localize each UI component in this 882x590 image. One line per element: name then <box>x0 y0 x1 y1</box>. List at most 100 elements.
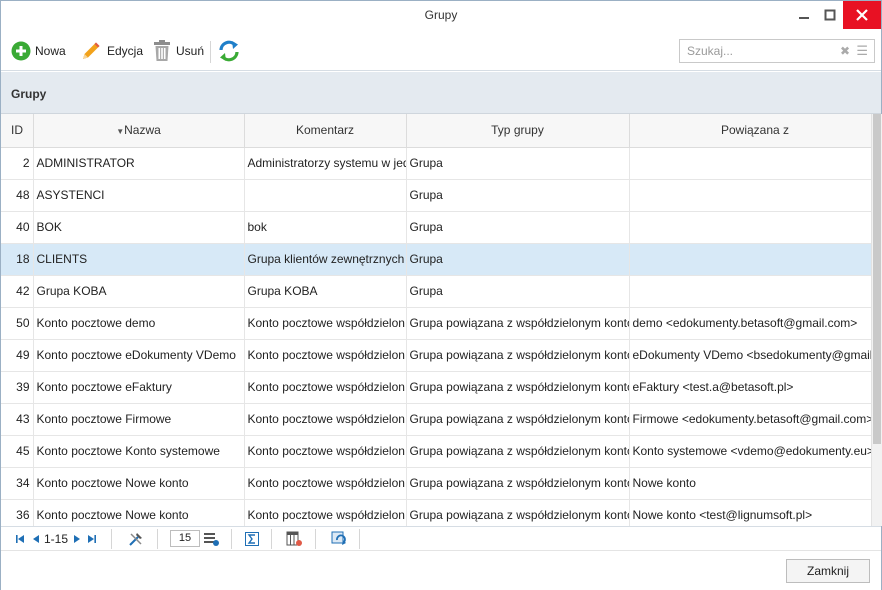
next-page-icon <box>74 535 80 543</box>
edit-button[interactable]: Edycja <box>79 37 143 65</box>
tools-button[interactable] <box>128 531 144 547</box>
cell-linked-with <box>629 211 871 244</box>
cell-name: Konto pocztowe demo <box>33 307 245 340</box>
pager-divider <box>231 529 232 549</box>
cell-group-type: Grupa powiązana z współdzielonym konto <box>406 371 630 404</box>
table-row[interactable]: 48 ASYSTENCI Grupa <box>1 179 871 212</box>
table-row[interactable]: 36 Konto pocztowe Nowe konto Konto pocztow… <box>1 499 871 526</box>
groups-grid: ID ▼Nazwa Komentarz Typ grupy Powiązana … <box>1 114 871 526</box>
grid-refresh-icon <box>331 531 346 545</box>
groups-window: Grupy Nowa Edycja Usuń Szukaj... ✖ ☰ Gru… <box>0 0 882 590</box>
close-button[interactable]: Zamknij <box>786 559 870 583</box>
table-row[interactable]: 39 Konto pocztowe eFaktury Konto pocztowe … <box>1 371 871 404</box>
column-header-name[interactable]: ▼Nazwa <box>33 114 245 148</box>
grid-refresh-button[interactable] <box>331 531 347 547</box>
close-icon <box>856 9 868 21</box>
table-row[interactable]: 50 Konto pocztowe demo Konto pocztowe wspó… <box>1 307 871 340</box>
summary-button[interactable] <box>245 531 259 547</box>
minimize-button[interactable] <box>791 1 817 29</box>
cell-comment: Konto pocztowe współdzielon <box>244 499 407 526</box>
cell-linked-with: eFaktury <test.a@betasoft.pl> <box>629 371 871 404</box>
cell-name: BOK <box>33 211 245 244</box>
refresh-icon <box>219 40 239 62</box>
pencil-icon <box>83 42 100 59</box>
cell-linked-with <box>629 179 871 212</box>
cell-group-type: Grupa powiązana z współdzielonym konto <box>406 307 630 340</box>
clear-search-icon[interactable]: ✖ <box>840 44 850 58</box>
columns-button[interactable] <box>286 531 302 547</box>
table-row[interactable]: 42 Grupa KOBA Grupa KOBA Grupa <box>1 275 871 308</box>
cell-comment: Konto pocztowe współdzielon <box>244 435 407 468</box>
cell-group-type: Grupa <box>406 243 630 276</box>
cell-group-type: Grupa powiązana z współdzielonym konto <box>406 435 630 468</box>
search-options-icon[interactable]: ☰ <box>856 43 868 59</box>
groups-table: ID ▼Nazwa Komentarz Typ grupy Powiązana … <box>1 114 871 526</box>
table-header-row: ID ▼Nazwa Komentarz Typ grupy Powiązana … <box>1 114 871 148</box>
cell-comment: Konto pocztowe współdzielon <box>244 467 407 500</box>
cell-name: ASYSTENCI <box>33 179 245 212</box>
cell-id: 49 <box>1 339 34 372</box>
table-row[interactable]: 40 BOK bok Grupa <box>1 211 871 244</box>
cell-id: 36 <box>1 499 34 526</box>
table-row[interactable]: 43 Konto pocztowe Firmowe Konto pocztowe w… <box>1 403 871 436</box>
cell-linked-with <box>629 275 871 308</box>
search-input[interactable] <box>680 40 830 62</box>
cell-linked-with <box>629 243 871 276</box>
cell-id: 50 <box>1 307 34 340</box>
column-header-id[interactable]: ID <box>1 114 34 148</box>
first-page-icon <box>16 535 24 543</box>
delete-button[interactable]: Usuń <box>152 37 204 65</box>
first-page-button[interactable] <box>15 531 25 547</box>
search-box: ✖ ☰ <box>679 39 875 63</box>
cell-name: CLIENTS <box>33 243 245 276</box>
table-row[interactable]: 18 CLIENTS Grupa klientów zewnętrznych Grup… <box>1 243 871 276</box>
cell-name: Konto pocztowe Nowe konto <box>33 499 245 526</box>
cell-group-type: Grupa <box>406 147 630 180</box>
edit-button-label: Edycja <box>107 44 144 58</box>
cell-comment: bok <box>244 211 407 244</box>
cell-id: 40 <box>1 211 34 244</box>
page-size-menu-button[interactable] <box>203 531 219 547</box>
close-window-button[interactable] <box>843 1 881 29</box>
table-row[interactable]: 2 ADMINISTRATOR Administratorzy systemu w … <box>1 147 871 180</box>
column-header-comment[interactable]: Komentarz <box>244 114 407 148</box>
title-bar: Grupy <box>1 1 881 31</box>
pager-divider <box>111 529 112 549</box>
column-header-group-type[interactable]: Typ grupy <box>406 114 630 148</box>
cell-comment: Konto pocztowe współdzielon <box>244 371 407 404</box>
cell-comment <box>244 179 407 212</box>
table-row[interactable]: 34 Konto pocztowe Nowe konto Konto pocztow… <box>1 467 871 500</box>
page-size-input[interactable]: 15 <box>170 530 200 547</box>
last-page-button[interactable] <box>87 531 97 547</box>
scrollbar-thumb[interactable] <box>873 114 881 444</box>
cell-group-type: Grupa <box>406 179 630 212</box>
cell-linked-with: eDokumenty VDemo <bsedokumenty@gmail <box>629 339 871 372</box>
sort-desc-icon: ▼ <box>116 127 125 137</box>
cell-name: Konto pocztowe Konto systemowe <box>33 435 245 468</box>
maximize-button[interactable] <box>817 1 843 29</box>
cell-name: Konto pocztowe eFaktury <box>33 371 245 404</box>
table-row[interactable]: 45 Konto pocztowe Konto systemowe Konto po… <box>1 435 871 468</box>
cell-id: 18 <box>1 243 34 276</box>
cell-linked-with: Konto systemowe <vdemo@edokumenty.eu> <box>629 435 871 468</box>
window-title: Grupy <box>424 8 458 22</box>
cell-comment: Grupa KOBA <box>244 275 407 308</box>
dialog-footer: Zamknij <box>1 550 881 590</box>
new-button-label: Nowa <box>35 44 66 58</box>
previous-page-button[interactable] <box>32 531 40 547</box>
trash-icon <box>154 40 170 61</box>
cell-name: Konto pocztowe eDokumenty VDemo <box>33 339 245 372</box>
previous-page-icon <box>33 535 39 543</box>
new-button[interactable]: Nowa <box>11 37 66 65</box>
cell-group-type: Grupa powiązana z współdzielonym konto <box>406 403 630 436</box>
next-page-button[interactable] <box>73 531 81 547</box>
toolbar: Nowa Edycja Usuń Szukaj... ✖ ☰ <box>1 31 881 71</box>
column-header-linked-with[interactable]: Powiązana z <box>629 114 871 148</box>
vertical-scrollbar[interactable] <box>871 114 882 526</box>
maximize-icon <box>824 9 836 21</box>
table-row[interactable]: 49 Konto pocztowe eDokumenty VDemo Konto p… <box>1 339 871 372</box>
cell-id: 34 <box>1 467 34 500</box>
cell-linked-with: Nowe konto <test@lignumsoft.pl> <box>629 499 871 526</box>
cell-id: 2 <box>1 147 34 180</box>
refresh-button[interactable] <box>217 37 241 65</box>
